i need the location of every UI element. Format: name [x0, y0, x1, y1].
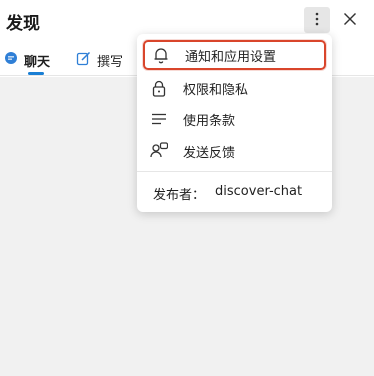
menu-divider — [137, 171, 332, 172]
tab-chat-label: 聊天 — [24, 54, 51, 70]
publisher-label: 发布者： — [153, 188, 206, 203]
publisher-value: discover-chat — [215, 184, 303, 199]
vertical-ellipsis-icon — [315, 11, 319, 30]
menu-item-terms-of-use[interactable]: 使用条款 — [143, 104, 326, 134]
list-icon — [149, 109, 169, 129]
menu-item-send-feedback[interactable]: 发送反馈 — [143, 136, 326, 166]
menu-item-label: 通知和应用设置 — [185, 49, 277, 65]
tab-chat[interactable]: 聊天 — [4, 49, 50, 71]
options-menu: 通知和应用设置 权限和隐私 使用条款 发送反馈 发布者： discover-ch… — [137, 34, 332, 212]
bell-icon — [151, 45, 171, 65]
menu-item-label: 使用条款 — [183, 113, 236, 129]
tab-write-label: 撰写 — [97, 54, 124, 70]
tab-write[interactable]: 撰写 — [76, 49, 123, 71]
menu-item-label: 发送反馈 — [183, 145, 236, 161]
close-icon — [343, 11, 357, 30]
edit-icon — [76, 51, 91, 70]
menu-item-permissions-privacy[interactable]: 权限和隐私 — [143, 73, 326, 103]
active-tab-indicator — [28, 72, 44, 75]
feedback-icon — [149, 141, 169, 161]
publisher-info: 发布者： discover-chat — [153, 184, 302, 203]
panel-title: 发现 — [6, 14, 40, 34]
discover-panel: 发现 聊天 撰写 通知和应用设置 权限和隐私 使用条款 发送反馈 发布者： di… — [0, 0, 374, 376]
lock-icon — [149, 78, 169, 98]
more-options-button[interactable] — [304, 7, 330, 33]
menu-item-label: 权限和隐私 — [183, 82, 249, 98]
chat-bubble-icon — [4, 51, 18, 69]
close-button[interactable] — [337, 7, 363, 33]
menu-item-notifications-settings[interactable]: 通知和应用设置 — [143, 40, 326, 70]
